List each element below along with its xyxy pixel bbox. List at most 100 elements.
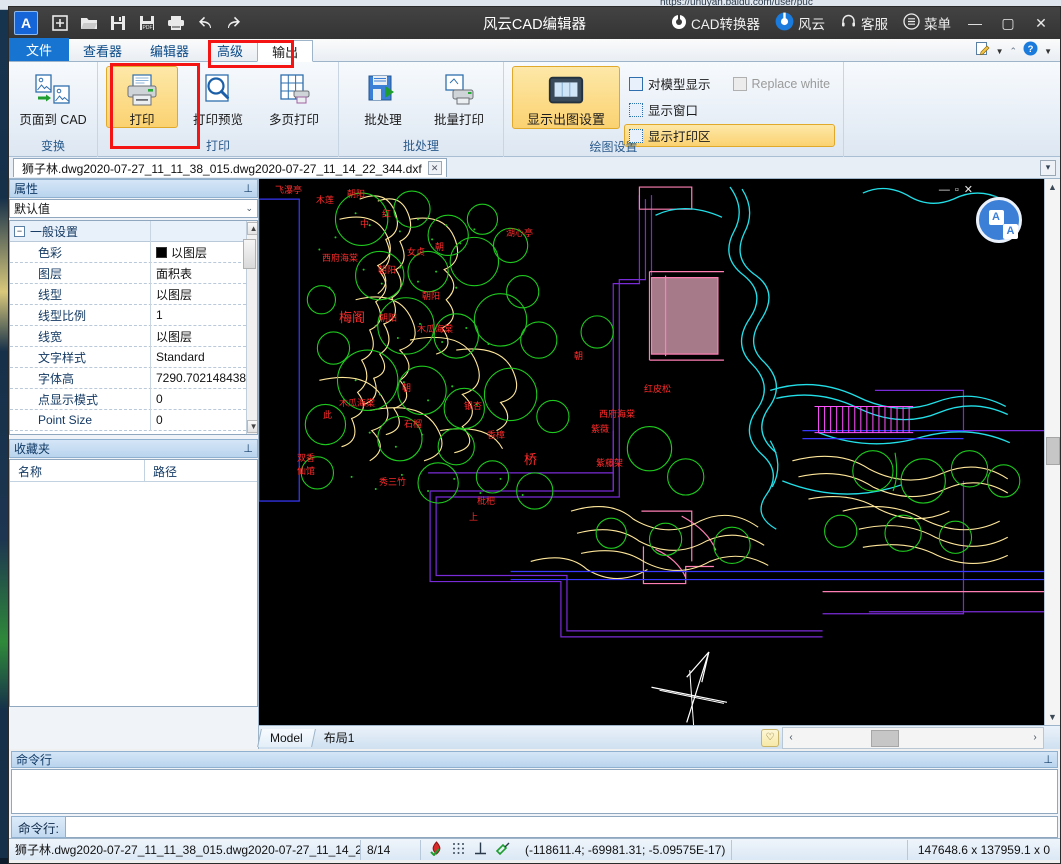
property-value[interactable]: 0 bbox=[150, 410, 246, 431]
properties-selector[interactable]: 默认值 ⌄ bbox=[9, 199, 258, 218]
scroll-left-icon[interactable]: ‹ bbox=[783, 732, 799, 743]
fengyun-button[interactable]: 风云 bbox=[769, 10, 831, 36]
favorites-column-name[interactable]: 名称 bbox=[10, 460, 145, 481]
print-icon[interactable] bbox=[166, 13, 186, 33]
tab-model[interactable]: Model bbox=[257, 729, 316, 747]
property-row-linetype-scale[interactable]: 线型比例 1 bbox=[10, 305, 246, 326]
properties-scrollbar[interactable]: ▲ ▼ bbox=[246, 221, 258, 434]
print-button[interactable]: 打印 bbox=[106, 66, 178, 128]
cad-text-label: 红 bbox=[382, 207, 391, 220]
grid-icon[interactable] bbox=[451, 841, 466, 859]
scrollbar-thumb[interactable] bbox=[243, 239, 256, 269]
cad-text-label: 木莲 bbox=[316, 193, 334, 206]
page-to-cad-button[interactable]: 页面到 CAD bbox=[17, 66, 89, 128]
pin-icon[interactable]: ⊥ bbox=[243, 182, 253, 195]
tab-advanced[interactable]: 高级 bbox=[203, 39, 257, 61]
scroll-down-icon[interactable]: ▼ bbox=[247, 420, 258, 433]
osnap-icon[interactable] bbox=[429, 841, 444, 859]
document-tab-label: 狮子林.dwg2020-07-27_11_11_38_015.dwg2020-0… bbox=[22, 160, 422, 177]
cad-converter-button[interactable]: CAD转换器 bbox=[665, 11, 766, 35]
help-icon[interactable]: ? bbox=[1023, 41, 1038, 61]
property-group-row[interactable]: − 一般设置 bbox=[10, 221, 246, 242]
minimize-button[interactable]: — bbox=[960, 9, 990, 37]
property-value[interactable]: 以图层 bbox=[150, 242, 246, 263]
tab-output[interactable]: 输出 bbox=[257, 40, 313, 62]
open-folder-icon[interactable] bbox=[79, 13, 99, 33]
property-row-text-height[interactable]: 字体高 7290.702148438 bbox=[10, 368, 246, 389]
tab-editor[interactable]: 编辑器 bbox=[136, 39, 203, 61]
new-icon[interactable] bbox=[50, 13, 70, 33]
collapse-icon[interactable]: − bbox=[14, 226, 25, 237]
translate-source-glyph: A bbox=[989, 210, 1004, 225]
maximize-button[interactable]: ▢ bbox=[993, 9, 1023, 37]
property-row-layer[interactable]: 图层 面积表 bbox=[10, 263, 246, 284]
property-value[interactable]: 以图层 bbox=[150, 284, 246, 305]
scroll-up-icon[interactable]: ▲ bbox=[1045, 179, 1060, 195]
heart-icon[interactable]: ♡ bbox=[761, 729, 779, 747]
property-value[interactable]: 1 bbox=[150, 305, 246, 326]
save-icon[interactable] bbox=[108, 13, 128, 33]
command-history[interactable] bbox=[11, 769, 1058, 814]
undo-icon[interactable] bbox=[195, 13, 215, 33]
save-pdf-icon[interactable]: PDF bbox=[137, 13, 157, 33]
check-show-on-model[interactable]: 对模型显示 bbox=[624, 72, 716, 95]
scroll-down-icon[interactable]: ▼ bbox=[1045, 709, 1060, 725]
cad-text-label: 紫薇 bbox=[591, 422, 609, 435]
properties-table: − 一般设置 色彩 以图层 图层 面积表 bbox=[9, 220, 258, 435]
check-replace-white[interactable]: Replace white bbox=[728, 72, 836, 95]
translate-globe-icon[interactable]: A A bbox=[976, 197, 1022, 243]
property-row-color[interactable]: 色彩 以图层 bbox=[10, 242, 246, 263]
document-tab[interactable]: 狮子林.dwg2020-07-27_11_11_38_015.dwg2020-0… bbox=[13, 158, 447, 177]
collapse-ribbon-icon[interactable]: ⌃ bbox=[1010, 46, 1018, 57]
chevron-down-icon[interactable]: ▾ bbox=[1040, 160, 1056, 176]
property-row-point-display-mode[interactable]: 点显示模式 0 bbox=[10, 389, 246, 410]
cad-text-label: 朝阳 bbox=[378, 263, 396, 276]
scrollbar-thumb[interactable] bbox=[871, 730, 899, 747]
edit-pen-icon[interactable] bbox=[975, 41, 990, 61]
canvas-mini-window-controls[interactable]: —▫✕ bbox=[939, 183, 978, 196]
command-line-header: 命令行 ⊥ bbox=[11, 751, 1058, 768]
print-preview-button[interactable]: 打印预览 bbox=[182, 66, 254, 128]
ortho-icon[interactable] bbox=[473, 841, 488, 859]
property-value[interactable]: Standard bbox=[150, 347, 246, 368]
show-plot-settings-button[interactable]: 显示出图设置 bbox=[512, 66, 620, 129]
otrack-icon[interactable] bbox=[495, 841, 511, 859]
property-row-lineweight[interactable]: 线宽 以图层 bbox=[10, 326, 246, 347]
favorites-column-path[interactable]: 路径 bbox=[145, 460, 177, 481]
chevron-down-icon[interactable]: ▼ bbox=[996, 47, 1004, 56]
property-key: Point Size bbox=[10, 413, 150, 427]
scroll-up-icon[interactable]: ▲ bbox=[247, 222, 258, 235]
close-button[interactable]: ✕ bbox=[1026, 9, 1056, 37]
pin-icon[interactable]: ⊥ bbox=[243, 442, 253, 455]
tab-layout1[interactable]: 布局1 bbox=[314, 727, 365, 748]
batch-print-button[interactable]: 批量打印 bbox=[423, 66, 495, 128]
help-dropdown-icon[interactable]: ▼ bbox=[1044, 47, 1052, 56]
property-value[interactable]: 0 bbox=[150, 389, 246, 410]
close-icon[interactable]: ✕ bbox=[428, 161, 442, 175]
customer-service-button[interactable]: 客服 bbox=[834, 11, 894, 35]
property-row-text-style[interactable]: 文字样式 Standard bbox=[10, 347, 246, 368]
batch-print-label: 批量打印 bbox=[434, 113, 484, 127]
batch-process-button[interactable]: 批处理 bbox=[347, 66, 419, 128]
transform-group-items: 页面到 CAD bbox=[17, 66, 89, 137]
property-value[interactable]: 7290.702148438 bbox=[150, 368, 246, 389]
command-input[interactable] bbox=[66, 816, 1058, 838]
property-value[interactable]: 以图层 bbox=[150, 326, 246, 347]
pin-icon[interactable]: ⊥ bbox=[1043, 753, 1053, 766]
check-show-window[interactable]: 显示窗口 bbox=[624, 98, 835, 121]
property-value[interactable]: 面积表 bbox=[150, 263, 246, 284]
redo-icon[interactable] bbox=[224, 13, 244, 33]
canvas-horizontal-scrollbar[interactable]: ‹ › bbox=[782, 727, 1044, 749]
property-row-linetype[interactable]: 线型 以图层 bbox=[10, 284, 246, 305]
property-value-text: 以图层 bbox=[171, 244, 207, 261]
canvas-vertical-scrollbar[interactable]: ▲ ▼ bbox=[1044, 179, 1060, 725]
property-row-point-size[interactable]: Point Size 0 bbox=[10, 410, 246, 431]
check-show-print-area[interactable]: 显示打印区 bbox=[624, 124, 835, 147]
menu-button[interactable]: 菜单 bbox=[897, 11, 957, 35]
scrollbar-thumb[interactable] bbox=[1046, 437, 1060, 465]
scroll-right-icon[interactable]: › bbox=[1027, 732, 1043, 743]
cad-drawing-canvas[interactable]: —▫✕ A A 飞瀑亭木莲朝阳红中西府海棠女贞朝湖心亭朝阳朝阳梅阁朝阳木瓜海棠朝… bbox=[259, 179, 1044, 725]
tab-viewer[interactable]: 查看器 bbox=[69, 39, 136, 61]
tab-file[interactable]: 文件 bbox=[9, 38, 69, 61]
multipage-print-button[interactable]: 多页打印 bbox=[258, 66, 330, 128]
